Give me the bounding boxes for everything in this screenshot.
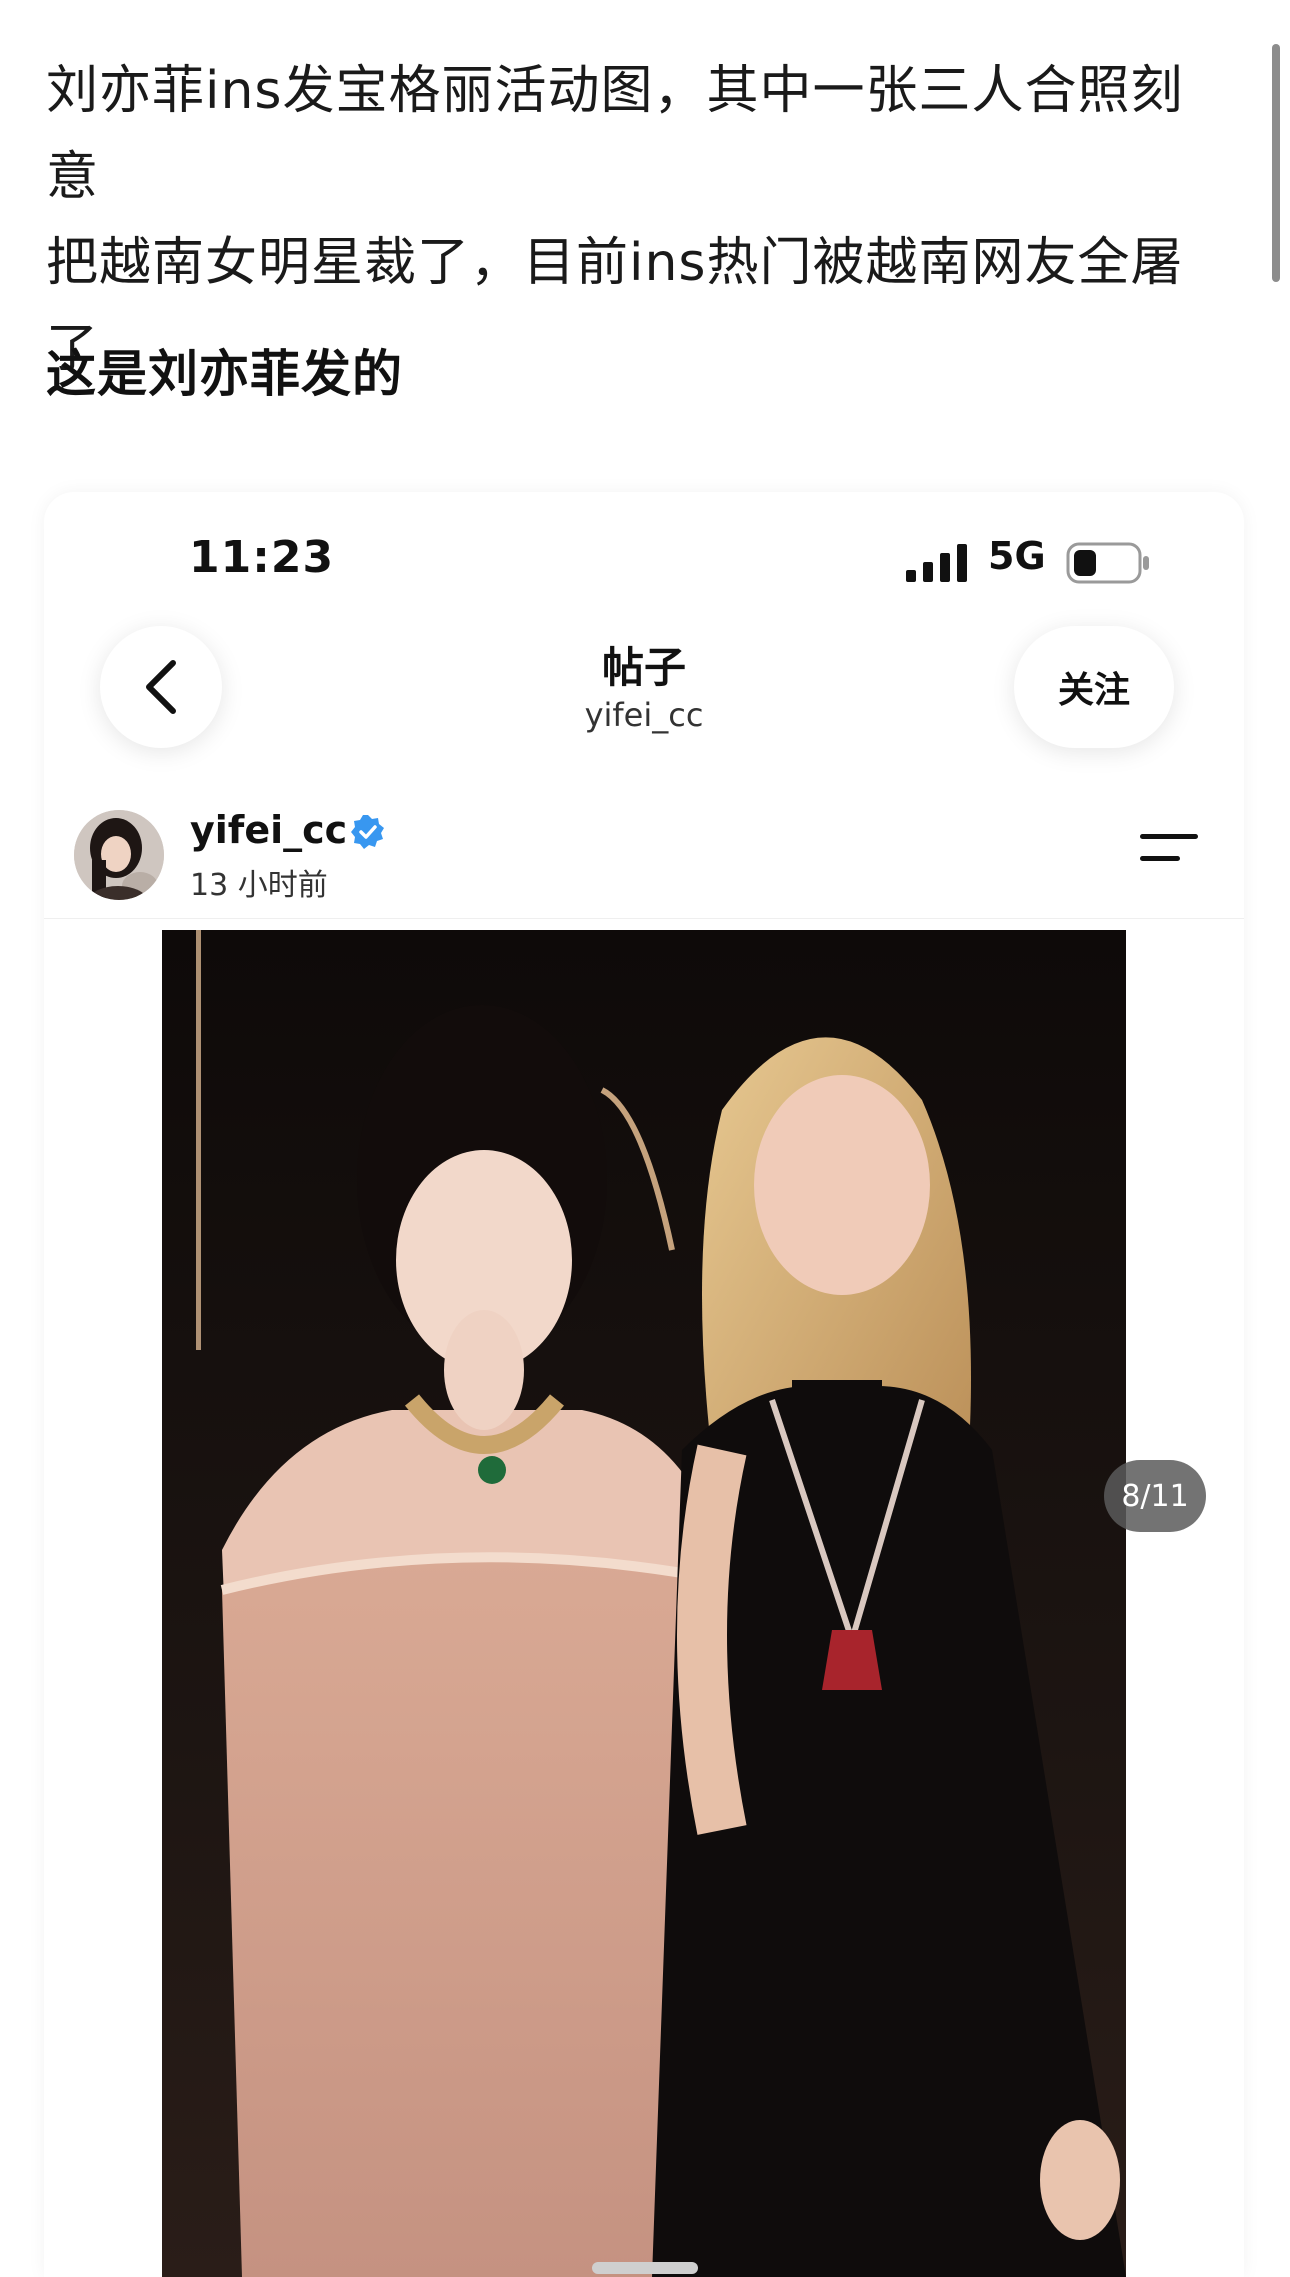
- battery-icon: [1066, 542, 1149, 584]
- cellular-signal-icon: [906, 544, 967, 582]
- page: 刘亦菲ins发宝格丽活动图，其中一张三人合照刻意 把越南女明星裁了，目前ins热…: [0, 0, 1290, 2277]
- network-label: 5G: [988, 534, 1046, 578]
- menu-icon[interactable]: [1140, 828, 1198, 866]
- page-counter: 8/11: [1104, 1460, 1206, 1532]
- avatar-image: [74, 810, 164, 900]
- post-photo[interactable]: [162, 930, 1126, 2277]
- verified-badge-icon: [351, 815, 384, 849]
- post-username[interactable]: yifei_cc: [190, 808, 347, 852]
- embedded-screenshot: 11:23 5G 帖子 yifei_cc 关注 yifei_cc 13 小时前 …: [44, 492, 1244, 2277]
- article-line-1: 刘亦菲ins发宝格丽活动图，其中一张三人合照刻意: [46, 61, 1184, 207]
- home-indicator: [592, 2262, 698, 2274]
- article-subheading: 这是刘亦菲发的: [46, 345, 403, 403]
- follow-button[interactable]: 关注: [1014, 626, 1174, 748]
- post-time: 13 小时前: [190, 868, 328, 903]
- post-header: yifei_cc 13 小时前: [44, 792, 1244, 919]
- photo-illustration: [162, 930, 1126, 2277]
- avatar[interactable]: [74, 810, 164, 900]
- page-scrollbar[interactable]: [1272, 44, 1280, 282]
- status-time: 11:23: [189, 532, 335, 583]
